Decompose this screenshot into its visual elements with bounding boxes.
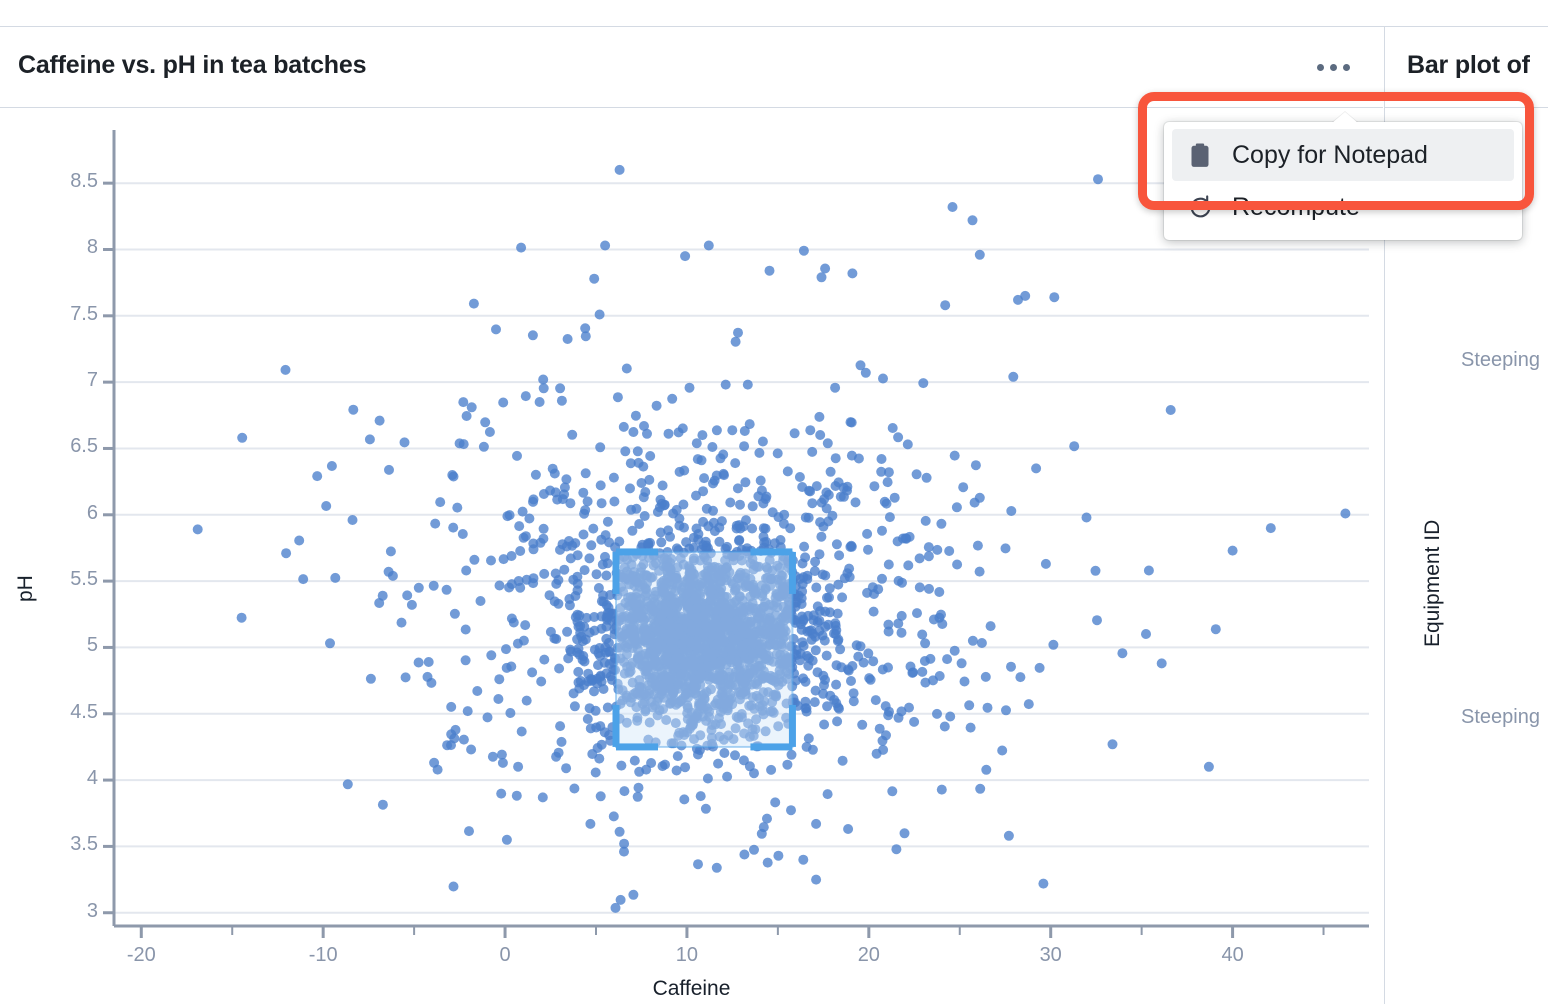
page-title: Caffeine vs. pH in tea batches (18, 51, 367, 79)
bar-tick-label: Steeping (1461, 706, 1540, 728)
x-tick-label: 30 (1039, 944, 1062, 966)
menu-item-copy-for-notepad[interactable]: Copy for Notepad (1172, 129, 1514, 181)
y-tick-label: 4.5 (70, 700, 98, 723)
menu-item-label: Recompute (1232, 192, 1360, 221)
clipboard-icon (1186, 141, 1214, 169)
y-tick-label: 5 (86, 634, 98, 657)
menu-item-label: Copy for Notepad (1232, 140, 1428, 169)
bar-plot-title: Bar plot of (1407, 51, 1530, 79)
y-tick-label: 5.5 (70, 568, 98, 591)
screenshot-root: Caffeine vs. pH in tea batches pH Caffei… (0, 0, 1548, 1004)
menu-caret (1332, 112, 1358, 123)
y-tick-label: 6.5 (70, 435, 98, 458)
x-tick-label: 20 (857, 944, 880, 966)
y-tick-label: 8 (86, 236, 98, 259)
ellipsis-icon (1342, 63, 1350, 71)
brush-selection (612, 548, 796, 751)
x-tick-label: -10 (308, 944, 338, 966)
ellipsis-icon (1316, 63, 1324, 71)
bar-card-header: Bar plot of (1385, 27, 1548, 108)
context-menu[interactable]: Copy for Notepad Recompute (1164, 112, 1522, 240)
x-tick-label: -20 (126, 944, 156, 966)
menu-item-recompute[interactable]: Recompute (1172, 181, 1514, 233)
y-tick-label: 6 (86, 501, 98, 524)
y-tick-label: 3.5 (70, 833, 98, 856)
ellipsis-icon (1329, 63, 1337, 71)
x-tick-label: 10 (675, 944, 699, 966)
scatter-plot-area[interactable]: pH Caffeine 3 3.5 4 4.5 5 5.5 6 6.5 7 7.5 8 8.5 -20… (0, 108, 1383, 1004)
bar-tick-label: Steeping (1461, 349, 1540, 371)
refresh-icon (1186, 193, 1214, 221)
y-tick-label: 8.5 (70, 170, 98, 193)
scatter-card-header: Caffeine vs. pH in tea batches (0, 27, 1383, 108)
ellipsis-menu-button[interactable] (1309, 49, 1357, 85)
y-tick-label: 7 (86, 369, 98, 392)
x-tick-label: 0 (499, 944, 511, 966)
bar-y-axis-title: Equipment ID (1421, 519, 1444, 647)
y-tick-label: 3 (86, 899, 98, 922)
y-tick-label: 7.5 (70, 302, 98, 325)
x-tick-label: 40 (1221, 944, 1244, 966)
scatter-canvas[interactable] (0, 108, 1383, 1004)
y-tick-label: 4 (86, 767, 98, 790)
